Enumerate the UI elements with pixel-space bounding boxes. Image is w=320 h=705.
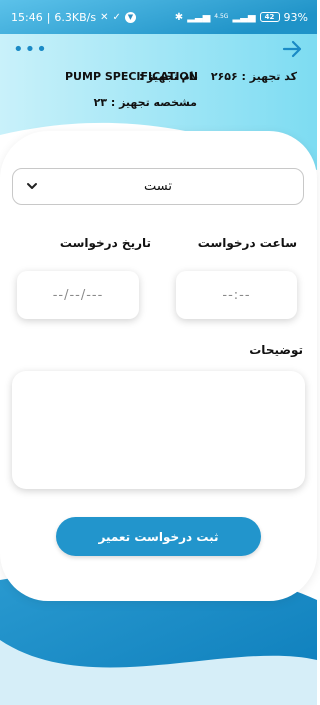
request-date-placeholder: --/--/--- [52, 287, 104, 303]
equipment-name-value: PUMP SPECIFICATION [65, 70, 198, 83]
signal-icon-2: ▂▃▅ [232, 11, 256, 23]
separator: | [46, 10, 51, 24]
type-select[interactable]: تست [12, 168, 304, 205]
app-notification-icon: ▼ [124, 11, 136, 23]
equipment-spec-label: مشخصه تجهیز : [110, 96, 197, 109]
battery-icon: 42 [259, 12, 280, 22]
equipment-code: کد تجهیز : ۲۶۵۶ [211, 70, 297, 83]
network-type: 4.5G [214, 13, 229, 20]
request-date-label: تاریخ درخواست [59, 236, 151, 250]
clock: 15:46 [11, 10, 43, 24]
equipment-spec: مشخصه تجهیز : ۲۳ [94, 96, 197, 109]
request-date-field[interactable]: --/--/--- [17, 271, 139, 319]
request-time-label: ساعت درخواست [197, 236, 297, 250]
request-time-placeholder: --:-- [222, 287, 251, 303]
equipment-code-value: ۲۶۵۶ [210, 70, 238, 83]
description-field[interactable] [12, 371, 305, 489]
bluetooth-icon: ✱ [174, 11, 184, 23]
status-left: 15:46 | 6.3KB/s ✕ ✓ ▼ [11, 11, 136, 24]
equipment-code-label: کد تجهیز : [241, 70, 297, 83]
submit-repair-request-button[interactable]: ثبت درخواست تعمیر [56, 517, 261, 556]
equipment-spec-value: ۲۳ [93, 96, 107, 109]
description-label: توضیحات [249, 343, 303, 357]
status-right: ✱ ▂▃▅ 4.5G ▂▃▅ 42 93% [175, 11, 308, 24]
link-icon: ✓ [112, 11, 121, 23]
signal-icon: ▂▃▅ [187, 11, 211, 23]
network-speed: 6.3KB/s [54, 10, 97, 24]
type-select-value: تست [144, 179, 172, 194]
more-menu-icon[interactable]: ••• [13, 41, 48, 59]
chevron-down-icon [27, 183, 37, 189]
wifi-off-icon: ✕ [100, 11, 109, 23]
status-bar: 15:46 | 6.3KB/s ✕ ✓ ▼ ✱ ▂▃▅ 4.5G ▂▃▅ 42 … [0, 0, 317, 34]
back-arrow-icon[interactable] [281, 38, 303, 64]
battery-percent: 93% [283, 10, 308, 24]
request-time-field[interactable]: --:-- [176, 271, 297, 319]
